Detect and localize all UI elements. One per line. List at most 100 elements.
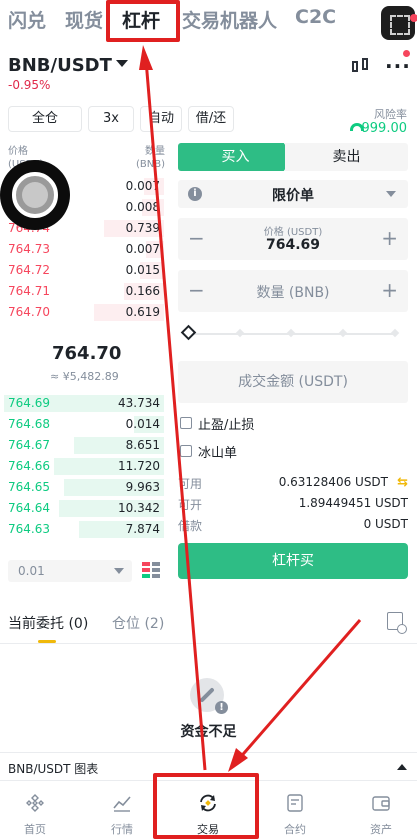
risk-ratio-value: 999.00 <box>361 121 408 136</box>
price-field[interactable]: − 价格 (USDT) 764.69 + <box>178 218 408 260</box>
row-price: 764.73 <box>8 242 50 256</box>
price-field-value[interactable]: 764.69 <box>178 237 408 253</box>
iceberg-checkbox[interactable] <box>180 445 192 457</box>
bid-row[interactable]: 764.67 8.651 <box>0 435 164 456</box>
margin-buy-button[interactable]: 杠杆买 <box>178 543 408 579</box>
slider-step-100[interactable] <box>390 328 400 338</box>
margin-mode-button[interactable]: 全仓 <box>8 106 82 132</box>
bid-row[interactable]: 764.63 7.874 <box>0 519 164 540</box>
nav-assets[interactable]: 资产 <box>346 781 416 840</box>
plus-icon[interactable]: + <box>381 226 398 250</box>
nav-markets-label: 行情 <box>111 823 133 836</box>
quantity-field[interactable]: − 数量 (BNB) + <box>178 270 408 312</box>
nav-home-label: 首页 <box>24 823 46 836</box>
tab-spot[interactable]: 现货 <box>65 6 103 33</box>
pair-symbol[interactable]: BNB/USDT <box>8 55 112 76</box>
empty-state-text: 资金不足 <box>180 724 237 740</box>
trade-nav-highlight-box <box>153 773 259 839</box>
nav-markets[interactable]: 行情 <box>87 781 157 840</box>
row-price: 764.65 <box>8 480 50 494</box>
scan-icon[interactable] <box>381 6 417 40</box>
row-quantity: 8.651 <box>125 438 160 452</box>
empty-state-icon <box>190 678 228 714</box>
row-price: 764.64 <box>8 501 50 515</box>
price-field-label: 价格 (USDT) <box>263 227 323 238</box>
row-quantity: 0.014 <box>125 417 160 431</box>
slider-handle[interactable] <box>180 324 197 341</box>
row-quantity: 0.619 <box>125 305 160 319</box>
row-quantity: 0.015 <box>125 263 160 277</box>
row-price: 764.63 <box>8 522 50 536</box>
tp-sl-label[interactable]: 止盈/止损 <box>198 414 254 433</box>
slider-step-75[interactable] <box>338 328 348 338</box>
caret-down-icon[interactable] <box>116 60 128 67</box>
row-price: 764.66 <box>8 459 50 473</box>
bid-row[interactable]: 764.64 10.342 <box>0 498 164 519</box>
ask-row[interactable]: 764.72 0.015 <box>0 260 164 281</box>
slider-step-25[interactable] <box>235 328 245 338</box>
row-price: 764.69 <box>8 396 50 410</box>
auto-button[interactable]: 自动 <box>140 106 182 132</box>
slider-step-50[interactable] <box>286 328 296 338</box>
borrowed-label: 借款 <box>178 519 203 533</box>
candlestick-chart-icon[interactable] <box>350 58 370 76</box>
available-value: 0.63128406 USDT <box>278 475 388 489</box>
markets-icon <box>113 796 131 812</box>
row-quantity: 0.007 <box>125 179 160 193</box>
openable-value: 1.89449451 USDT <box>298 496 408 510</box>
orders-tab-bar: 当前委托 (0) 仓位 (2) <box>0 605 417 639</box>
transfer-icon[interactable]: ⇆ <box>397 475 408 490</box>
borrow-repay-button[interactable]: 借/还 <box>188 106 234 132</box>
price-change: -0.95% <box>8 78 51 92</box>
top-tab-bar: 闪兑 现货 杠杆 交易机器人 C2C <box>0 0 417 40</box>
tab-flash-swap[interactable]: 闪兑 <box>8 6 46 33</box>
more-options-icon[interactable]: ··· <box>385 50 411 78</box>
ask-row[interactable]: 764.70 0.619 <box>0 302 164 323</box>
margin-tab-highlight-box <box>106 0 180 42</box>
borrowed-value: 0 USDT <box>363 517 408 531</box>
row-quantity: 0.008 <box>125 200 160 214</box>
row-quantity: 0.007 <box>125 242 160 256</box>
total-amount-field[interactable]: 成交金额 (USDT) <box>178 361 408 403</box>
row-quantity: 7.874 <box>125 522 160 536</box>
nav-futures[interactable]: 合约 <box>260 781 330 840</box>
buy-tab[interactable]: 买入 <box>178 143 293 171</box>
row-quantity: 11.720 <box>118 459 160 473</box>
last-price-fiat: ≈ ¥5,482.89 <box>50 370 119 383</box>
order-history-icon[interactable] <box>387 612 407 634</box>
leverage-button[interactable]: 3x <box>88 106 134 132</box>
depth-precision-select[interactable]: 0.01 <box>8 560 132 582</box>
order-type-select[interactable]: i 限价单 <box>178 180 408 208</box>
row-price: 764.68 <box>8 417 50 431</box>
caret-down-icon <box>386 191 396 197</box>
tab-open-orders[interactable]: 当前委托 (0) <box>8 613 88 633</box>
tab-positions[interactable]: 仓位 (2) <box>112 613 164 633</box>
tab-trading-bot[interactable]: 交易机器人 <box>182 6 277 33</box>
ask-row[interactable]: 764.73 0.007 <box>0 239 164 260</box>
futures-icon <box>287 794 303 812</box>
bid-row[interactable]: 764.69 43.734 <box>0 393 164 414</box>
row-price: 764.71 <box>8 284 50 298</box>
tab-c2c[interactable]: C2C <box>295 6 336 28</box>
chart-bar-title: BNB/USDT 图表 <box>8 762 99 776</box>
ask-row[interactable]: 764.71 0.166 <box>0 281 164 302</box>
touch-indicator-overlay <box>0 160 70 230</box>
tp-sl-checkbox[interactable] <box>180 417 192 429</box>
last-price: 764.70 <box>52 343 122 364</box>
caret-up-icon[interactable] <box>397 764 407 770</box>
iceberg-label[interactable]: 冰山单 <box>198 442 237 461</box>
arrow-head-up-icon <box>139 45 153 70</box>
sell-tab[interactable]: 卖出 <box>285 143 408 171</box>
nav-home[interactable]: 首页 <box>0 781 70 840</box>
row-price: 764.70 <box>8 305 50 319</box>
risk-ratio-label: 风险率 <box>374 108 407 121</box>
bid-row[interactable]: 764.66 11.720 <box>0 456 164 477</box>
nav-futures-label: 合约 <box>284 823 306 836</box>
order-type-label: 限价单 <box>272 188 314 204</box>
plus-icon[interactable]: + <box>381 278 398 302</box>
row-quantity: 10.342 <box>118 501 160 515</box>
bid-row[interactable]: 764.68 0.014 <box>0 414 164 435</box>
orderbook-layout-icon[interactable] <box>142 561 160 579</box>
row-price: 764.67 <box>8 438 50 452</box>
bid-row[interactable]: 764.65 9.963 <box>0 477 164 498</box>
